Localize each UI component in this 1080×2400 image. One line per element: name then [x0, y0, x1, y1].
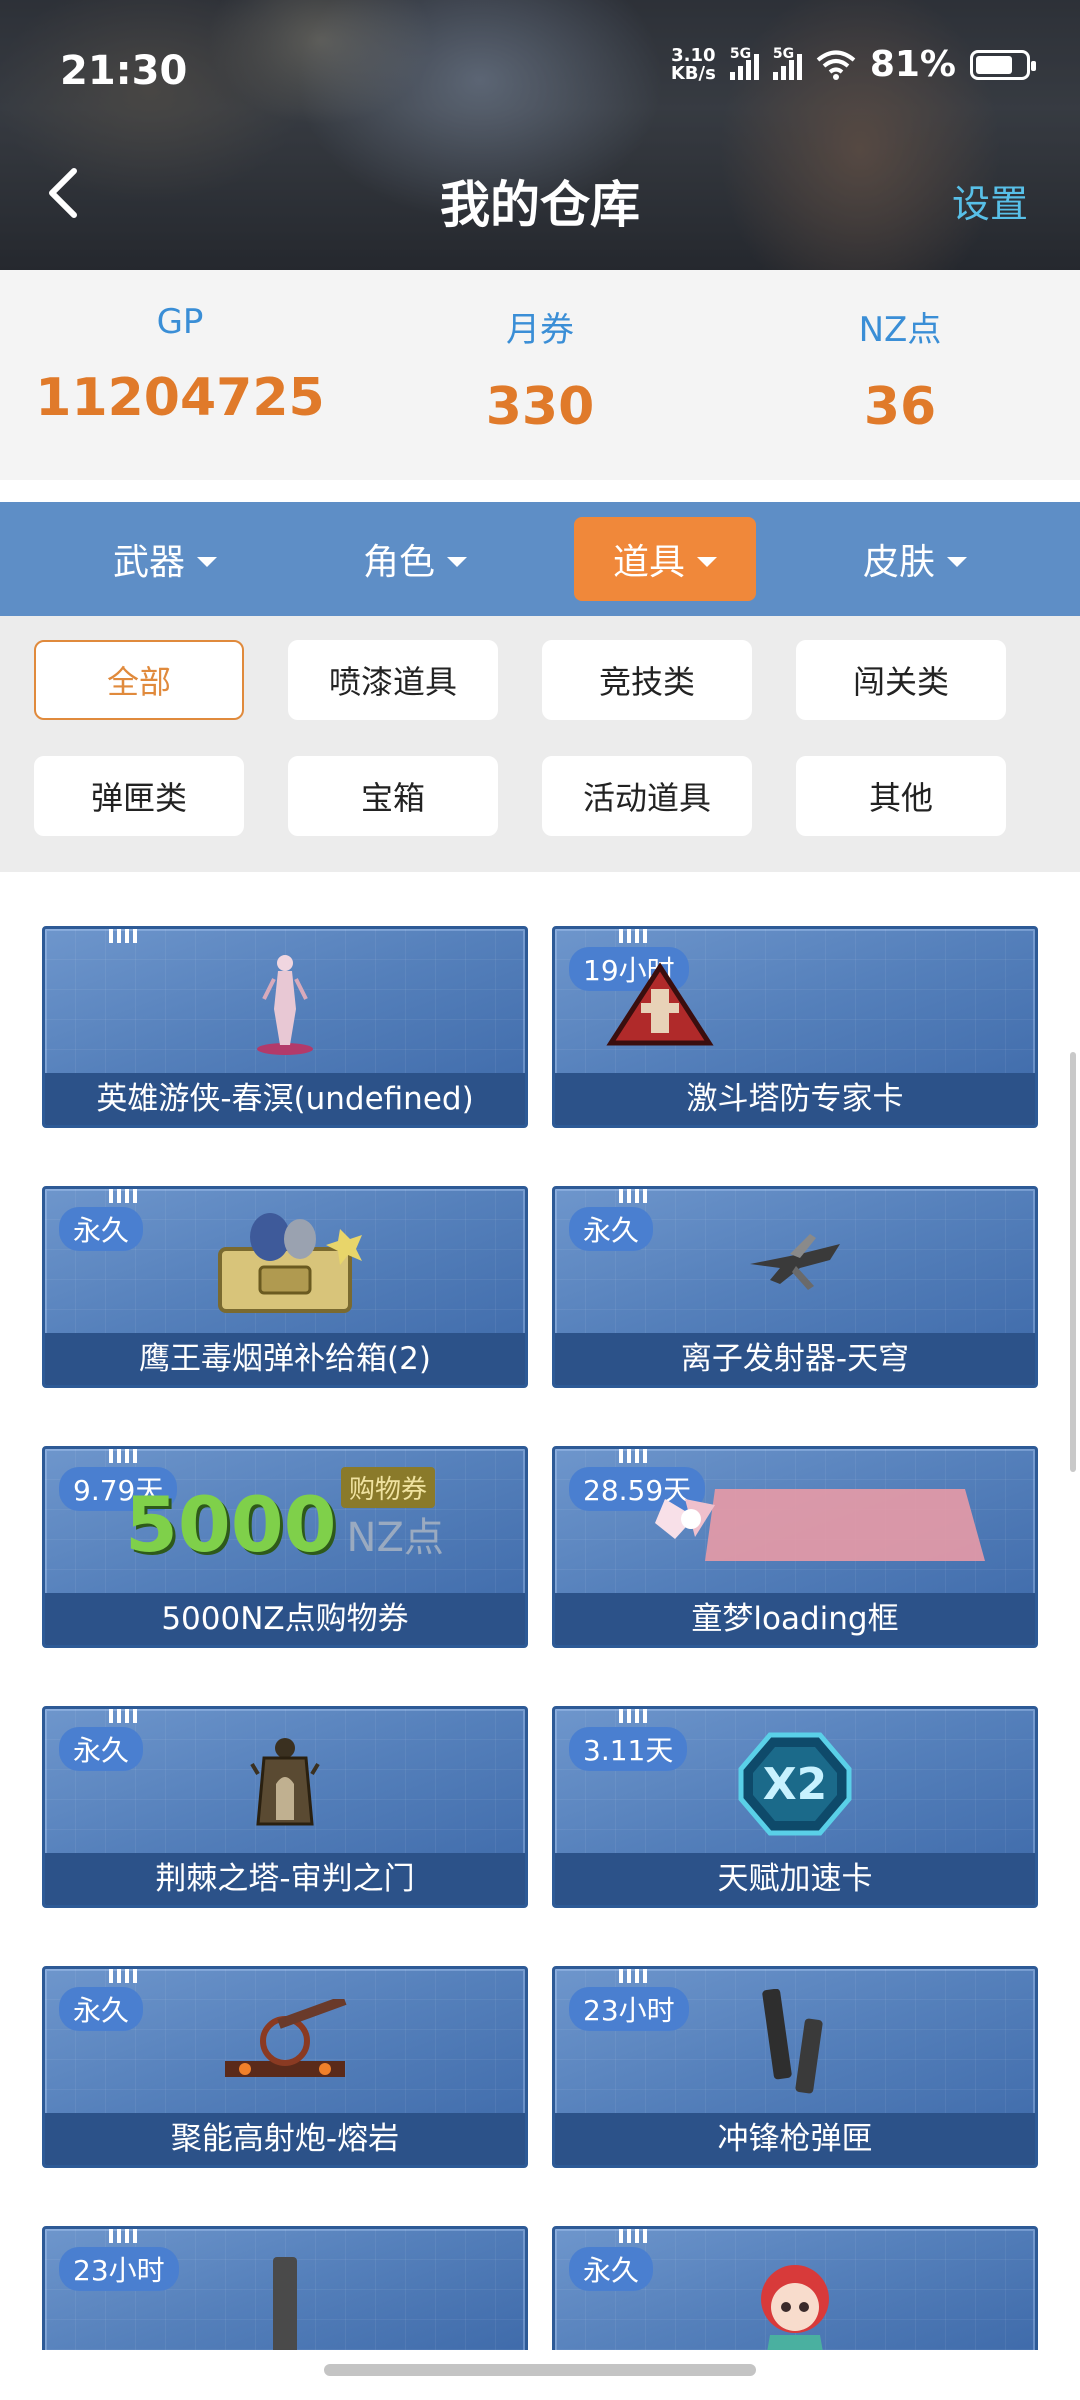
- header-banner: 21:30 3.10 KB/s 5G 5G 81% 我的仓库 设置: [0, 0, 1080, 270]
- currency-gp: GP 11204725: [35, 302, 325, 428]
- filter-spray[interactable]: 喷漆道具: [288, 640, 498, 720]
- magazine-icon: [762, 1989, 823, 2094]
- item-card[interactable]: 28.59天 童梦loading框: [552, 1446, 1038, 1648]
- item-card[interactable]: 永久 鹰王毒烟弹补给箱(2): [42, 1186, 528, 1388]
- filter-stage[interactable]: 闯关类: [796, 640, 1006, 720]
- signal-icon: 5G: [729, 46, 759, 80]
- caret-down-icon: [697, 557, 717, 567]
- currency-panel: GP 11204725 月券 330 NZ点 36: [0, 270, 1080, 480]
- home-indicator[interactable]: [324, 2364, 756, 2376]
- speed-card-icon: X2: [555, 1729, 1035, 1839]
- tab-weapons[interactable]: 武器: [74, 517, 256, 601]
- caret-down-icon: [447, 557, 467, 567]
- currency-nz-points: NZ点 36: [858, 310, 942, 437]
- filter-event[interactable]: 活动道具: [542, 756, 752, 836]
- voucher-icon: 5000 NZ点 购物券: [45, 1467, 525, 1579]
- caret-down-icon: [947, 557, 967, 567]
- settings-link[interactable]: 设置: [952, 173, 1028, 228]
- supply-box-icon: [218, 1213, 362, 1313]
- page-title: 我的仓库: [440, 176, 640, 234]
- tab-characters[interactable]: 角色: [324, 517, 506, 601]
- item-card[interactable]: 3.11天 X2 天赋加速卡: [552, 1706, 1038, 1908]
- item-card[interactable]: 英雄游侠-春溟(undefined): [42, 926, 528, 1128]
- tab-items[interactable]: 道具: [574, 517, 756, 601]
- character-figure-icon: [257, 955, 313, 1055]
- cannon-icon: [225, 1999, 347, 2077]
- filter-all[interactable]: 全部: [34, 640, 244, 720]
- item-card[interactable]: 永久 聚能高射炮-熔岩: [42, 1966, 528, 2168]
- filter-competitive[interactable]: 竞技类: [542, 640, 752, 720]
- tower-defense-emblem-icon: [606, 962, 714, 1046]
- item-grid: 英雄游侠-春溟(undefined) 19小时 激斗塔防专家卡 永久 鹰王毒烟弹…: [0, 872, 1080, 2350]
- filter-other[interactable]: 其他: [796, 756, 1006, 836]
- item-card[interactable]: 永久: [552, 2226, 1038, 2350]
- item-card[interactable]: 永久 离子发射器-天穹: [552, 1186, 1038, 1388]
- item-card[interactable]: 永久 荆棘之塔-审判之门: [42, 1706, 528, 1908]
- signal-icon: 5G: [772, 46, 802, 80]
- wifi-icon: [816, 50, 856, 80]
- caret-down-icon: [197, 557, 217, 567]
- category-tabs: 武器 角色 道具 皮肤: [0, 502, 1080, 616]
- tower-gate-icon: [250, 1738, 320, 1826]
- battery-icon: [970, 49, 1036, 80]
- battery-percent: 81%: [869, 44, 956, 85]
- ion-launcher-icon: [750, 1234, 840, 1290]
- chibi-character-icon: [761, 2265, 829, 2350]
- magazine-single-icon: [273, 2257, 297, 2350]
- currency-monthly-voucher: 月券 330: [485, 310, 595, 437]
- item-card[interactable]: 9.79天 5000 NZ点 购物券 5000NZ点购物券: [42, 1446, 528, 1648]
- filter-magazine[interactable]: 弹匣类: [34, 756, 244, 836]
- item-card[interactable]: 23小时 冲锋枪弹匣: [552, 1966, 1038, 2168]
- status-time: 21:30: [60, 48, 188, 94]
- app-root: 21:30 3.10 KB/s 5G 5G 81% 我的仓库 设置 GP 112…: [0, 0, 1080, 2400]
- status-bar: 21:30 3.10 KB/s 5G 5G 81%: [0, 0, 1080, 135]
- item-card[interactable]: 23小时: [42, 2226, 528, 2350]
- filter-chips: 全部 喷漆道具 竞技类 闯关类 弹匣类 宝箱 活动道具 其他: [0, 616, 1080, 872]
- nav-bar: 我的仓库 设置: [0, 135, 1080, 270]
- net-speed: 3.10 KB/s: [670, 44, 716, 84]
- scrollbar[interactable]: [1070, 1052, 1076, 1472]
- item-card[interactable]: 19小时 激斗塔防专家卡: [552, 926, 1038, 1128]
- filter-chest[interactable]: 宝箱: [288, 756, 498, 836]
- loading-frame-icon: [655, 1489, 985, 1561]
- tab-skins[interactable]: 皮肤: [824, 517, 1006, 601]
